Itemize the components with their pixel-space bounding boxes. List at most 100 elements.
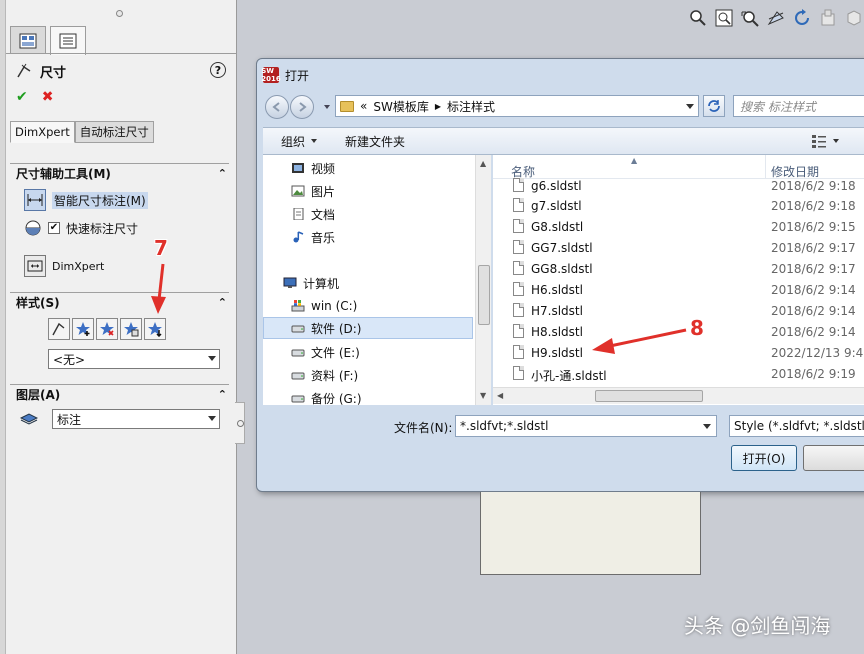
nav-item-drive-f[interactable]: 资料 (F:) bbox=[291, 364, 358, 386]
collapse-chevron-icon[interactable]: ⌃ bbox=[218, 167, 227, 180]
file-name: H9.sldstl bbox=[531, 346, 583, 360]
recent-locations-dropdown[interactable] bbox=[324, 105, 330, 109]
tab-feature-manager[interactable] bbox=[10, 26, 46, 54]
file-row[interactable]: H7.sldstl 2018/6/2 9:14 bbox=[493, 300, 864, 321]
nav-item-music[interactable]: 音乐 bbox=[291, 226, 335, 248]
nav-item-drive-g[interactable]: 备份 (G:) bbox=[291, 387, 362, 405]
file-date: 2018/6/2 9:19 bbox=[771, 367, 856, 381]
cancel-button[interactable] bbox=[803, 445, 864, 471]
display-style-icon[interactable] bbox=[818, 8, 838, 28]
file-date: 2018/6/2 9:17 bbox=[771, 241, 856, 255]
organize-menu-button[interactable]: 组织 bbox=[281, 133, 318, 150]
forward-button[interactable] bbox=[290, 95, 314, 119]
quick-dimension-tool[interactable]: ✔ 快速标注尺寸 bbox=[24, 219, 138, 237]
section-layer[interactable]: 图层(A) ⌃ bbox=[10, 384, 229, 404]
tab-dimxpert[interactable]: DimXpert bbox=[10, 121, 75, 143]
add-style-button[interactable] bbox=[72, 318, 94, 340]
file-name: G8.sldstl bbox=[531, 220, 584, 234]
chevron-down-icon[interactable] bbox=[686, 104, 694, 109]
scroll-thumb[interactable] bbox=[595, 390, 703, 402]
collapse-chevron-icon[interactable]: ⌃ bbox=[218, 296, 227, 309]
dialog-title: 打开 bbox=[285, 68, 310, 83]
save-style-button[interactable] bbox=[120, 318, 142, 340]
breadcrumb-segment-styles[interactable]: 标注样式 bbox=[447, 98, 495, 115]
rotate-view-icon[interactable] bbox=[792, 8, 812, 28]
panel-collapse-handle[interactable] bbox=[235, 402, 245, 444]
load-style-button[interactable] bbox=[144, 318, 166, 340]
scroll-left-icon[interactable]: ◀ bbox=[497, 391, 503, 400]
file-row[interactable]: H9.sldstl 2022/12/13 9:42 bbox=[493, 342, 864, 363]
view-orientation-icon[interactable] bbox=[844, 8, 864, 28]
nav-item-drive-c[interactable]: win (C:) bbox=[291, 295, 357, 317]
file-row[interactable]: 小孔-通.sldstl 2018/6/2 9:19 bbox=[493, 363, 864, 384]
breadcrumb-segment-templates[interactable]: SW模板库 bbox=[373, 98, 428, 115]
layer-select[interactable]: 标注 bbox=[52, 409, 220, 429]
chevron-down-icon[interactable] bbox=[703, 424, 711, 429]
file-row[interactable]: H8.sldstl 2018/6/2 9:14 bbox=[493, 321, 864, 342]
scroll-up-icon[interactable]: ▲ bbox=[480, 159, 486, 168]
style-select[interactable]: <无> bbox=[48, 349, 220, 369]
section-view-icon[interactable] bbox=[766, 8, 786, 28]
nav-item-drive-d[interactable]: 软件 (D:) bbox=[263, 317, 473, 339]
nav-item-drive-e[interactable]: 文件 (E:) bbox=[291, 341, 360, 363]
back-button[interactable] bbox=[265, 95, 289, 119]
nav-pane-scrollbar[interactable]: ▲ ▼ bbox=[475, 155, 491, 405]
file-row[interactable]: H6.sldstl 2018/6/2 9:14 bbox=[493, 279, 864, 300]
smart-dimension-label: 智能尺寸标注(M) bbox=[52, 191, 148, 209]
address-bar[interactable]: « SW模板库 ▶ 标注样式 bbox=[335, 95, 699, 117]
file-icon bbox=[513, 261, 524, 275]
file-row[interactable]: g6.sldstl 2018/6/2 9:18 bbox=[493, 175, 864, 196]
scroll-thumb[interactable] bbox=[478, 265, 490, 325]
command-bar: 组织 新建文件夹 bbox=[263, 127, 864, 155]
zoom-to-fit-icon[interactable] bbox=[688, 8, 708, 28]
previous-view-icon[interactable] bbox=[740, 8, 760, 28]
collapse-chevron-icon[interactable]: ⌃ bbox=[218, 388, 227, 401]
organize-label: 组织 bbox=[281, 134, 306, 149]
file-row[interactable]: GG7.sldstl 2018/6/2 9:17 bbox=[493, 237, 864, 258]
nav-item-videos[interactable]: 视频 bbox=[291, 157, 335, 179]
cancel-x-icon[interactable]: ✖ bbox=[42, 89, 54, 105]
filename-input[interactable]: *.sldfvt;*.sldstl bbox=[455, 415, 717, 437]
windows-drive-icon bbox=[291, 300, 305, 312]
smart-dimension-tool[interactable]: 智能尺寸标注(M) bbox=[24, 189, 148, 211]
section-dimension-tools[interactable]: 尺寸辅助工具(M) ⌃ bbox=[10, 163, 229, 183]
nav-item-documents[interactable]: 文档 bbox=[291, 203, 335, 225]
tab-auto-dimension[interactable]: 自动标注尺寸 bbox=[74, 121, 154, 143]
open-button[interactable]: 打开(O) bbox=[731, 445, 797, 471]
file-row[interactable]: GG8.sldstl 2018/6/2 9:17 bbox=[493, 258, 864, 279]
nav-item-label: 图片 bbox=[311, 184, 336, 199]
file-row[interactable]: G8.sldstl 2018/6/2 9:15 bbox=[493, 216, 864, 237]
quick-dimension-checkbox[interactable]: ✔ bbox=[48, 222, 60, 234]
delete-style-button[interactable] bbox=[96, 318, 118, 340]
nav-item-computer[interactable]: 计算机 bbox=[283, 272, 339, 294]
scroll-down-icon[interactable]: ▼ bbox=[480, 391, 486, 400]
panel-grip-handle[interactable] bbox=[116, 10, 123, 17]
quick-dimension-icon bbox=[25, 220, 41, 236]
picture-icon bbox=[291, 185, 305, 197]
refresh-button[interactable] bbox=[703, 95, 725, 117]
arrow-left-icon bbox=[272, 102, 280, 112]
file-name: H6.sldstl bbox=[531, 283, 583, 297]
watermark: 头条 @剑鱼闯海 bbox=[684, 614, 831, 638]
nav-item-pictures[interactable]: 图片 bbox=[291, 180, 335, 202]
search-input[interactable]: 搜索 标注样式 bbox=[733, 95, 864, 117]
folder-icon bbox=[340, 100, 354, 112]
breadcrumb-prefix[interactable]: « bbox=[360, 99, 367, 113]
file-date: 2018/6/2 9:14 bbox=[771, 304, 856, 318]
annotation-step-7: 7 bbox=[154, 236, 168, 260]
apply-default-style-button[interactable] bbox=[48, 318, 70, 340]
help-icon[interactable]: ? bbox=[210, 62, 226, 78]
confirm-check-icon[interactable]: ✔ bbox=[16, 89, 28, 105]
tab-property-manager[interactable] bbox=[50, 26, 86, 55]
navigation-pane: 视频 图片 文档 音乐 计算机 win (C:) 软件 (D:) 文件 (E:)… bbox=[263, 155, 491, 405]
file-type-select[interactable]: Style (*.sldfvt; *.sldstl) bbox=[729, 415, 864, 437]
section-style[interactable]: 样式(S) ⌃ bbox=[10, 292, 229, 312]
video-icon bbox=[292, 163, 304, 173]
change-view-button[interactable] bbox=[811, 134, 839, 148]
zoom-area-icon[interactable] bbox=[714, 8, 734, 28]
new-folder-button[interactable]: 新建文件夹 bbox=[345, 133, 405, 150]
file-icon bbox=[513, 282, 524, 296]
dimxpert-tool[interactable]: DimXpert bbox=[24, 255, 104, 277]
file-row[interactable]: g7.sldstl 2018/6/2 9:18 bbox=[493, 195, 864, 216]
file-pane-horizontal-scrollbar[interactable]: ◀ bbox=[493, 387, 864, 404]
